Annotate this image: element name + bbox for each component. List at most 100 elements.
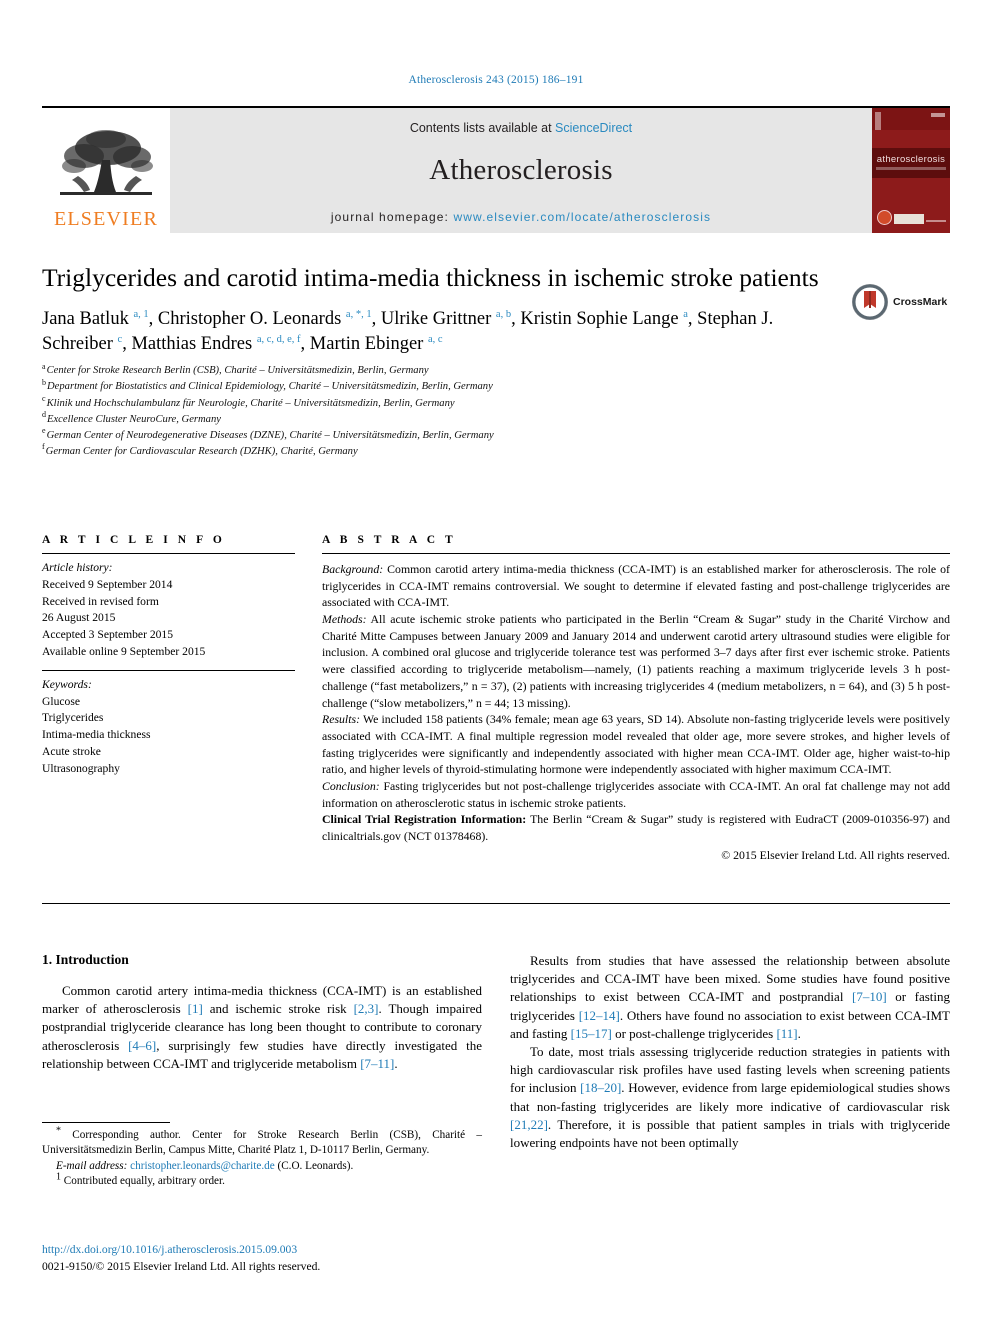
cover-corner-mark — [931, 113, 945, 117]
affiliation-list: aCenter for Stroke Research Berlin (CSB)… — [42, 361, 950, 460]
keyword-item: Intima-media thickness — [42, 728, 151, 742]
cover-left-mark — [875, 112, 881, 130]
cover-badge-icon — [877, 210, 892, 225]
email-link[interactable]: christopher.leonards@charite.de — [130, 1160, 275, 1172]
section-heading-introduction: 1. Introduction — [42, 952, 129, 967]
affiliation-text: Department for Biostatistics and Clinica… — [47, 381, 493, 393]
article-info-column: A R T I C L E I N F O Article history: R… — [42, 534, 295, 863]
abstract-heading: A B S T R A C T — [322, 534, 457, 546]
affiliation-item: dExcellence Cluster NeuroCure, Germany — [42, 410, 950, 428]
abstract-text-background: Common carotid artery intima-media thick… — [322, 562, 950, 610]
cover-journal-title: atherosclerosis — [876, 154, 946, 165]
intro-paragraph-right-2: To date, most trials assessing triglycer… — [510, 1043, 950, 1152]
affiliation-item: fGerman Center for Cardiovascular Resear… — [42, 443, 950, 460]
author-affil-marks: a, c — [427, 333, 443, 345]
author-entry: Ulrike Grittner a, b, — [380, 308, 521, 330]
citation-ref[interactable]: [4–6] — [128, 1038, 156, 1053]
text-run: . — [797, 1025, 801, 1041]
footnote-email: E-mail address: christopher.leonards@cha… — [42, 1159, 482, 1174]
footnote-text: Contributed equally, arbitrary order. — [61, 1175, 225, 1188]
affiliation-text: Excellence Cluster NeuroCure, Germany — [47, 413, 221, 425]
history-item: Received 9 September 2014 — [42, 577, 173, 591]
abstract-body: Background: Common carotid artery intima… — [322, 554, 950, 863]
body-column-right: Results from studies that have assessed … — [510, 952, 950, 1152]
crossmark-icon — [852, 284, 888, 320]
affiliation-item: aCenter for Stroke Research Berlin (CSB)… — [42, 361, 950, 379]
citation-ref[interactable]: [18–20] — [580, 1080, 621, 1095]
citation-ref[interactable]: [12–14] — [579, 1008, 620, 1023]
text-run: or post-challenge triglycerides — [611, 1025, 777, 1041]
elsevier-logo: ELSEVIER — [42, 108, 170, 233]
info-abstract-block: A R T I C L E I N F O Article history: R… — [42, 534, 950, 863]
history-item: Received in revised form — [42, 594, 159, 608]
crossmark-badge[interactable]: CrossMark — [852, 282, 950, 322]
abstract-paragraph-results: Results: We included 158 patients (34% f… — [322, 711, 950, 778]
affiliation-label: e — [42, 426, 46, 436]
footnote-corresponding-author: * Corresponding author. Center for Strok… — [42, 1126, 482, 1159]
email-label: E-mail address: — [56, 1159, 128, 1172]
affiliation-label: a — [42, 361, 46, 371]
journal-masthead: ELSEVIER Contents lists available at Sci… — [42, 106, 950, 234]
citation-ref[interactable]: [11] — [776, 1026, 797, 1041]
author-name: Christopher O. Leonards — [157, 309, 342, 330]
text-run: . — [394, 1055, 398, 1071]
journal-homepage-line: journal homepage: www.elsevier.com/locat… — [331, 210, 711, 224]
citation-ref[interactable]: [2,3] — [354, 1001, 379, 1016]
footnote-text: Corresponding author. Center for Stroke … — [42, 1129, 482, 1157]
abstract-label-conclusion: Conclusion: — [322, 778, 380, 793]
affiliation-text: Center for Stroke Research Berlin (CSB),… — [46, 365, 429, 377]
email-suffix: (C.O. Leonards). — [274, 1159, 354, 1172]
journal-title: Atherosclerosis — [429, 154, 613, 186]
author-name: Martin Ebinger — [309, 333, 424, 354]
abstract-label-trial: Clinical Trial Registration Information: — [322, 812, 527, 827]
doi-link[interactable]: http://dx.doi.org/10.1016/j.atherosclero… — [42, 1242, 482, 1259]
abstract-label-methods: Methods: — [322, 612, 367, 627]
affiliation-label: d — [42, 410, 46, 420]
cover-top-band — [872, 108, 950, 130]
cover-footer-bar — [894, 214, 924, 224]
keyword-item: Acute stroke — [42, 744, 101, 758]
author-name: Kristin Sophie Lange — [520, 309, 679, 330]
crossmark-label: CrossMark — [893, 296, 948, 308]
author-name: Jana Batluk — [42, 309, 129, 330]
citation-ref[interactable]: [7–10] — [852, 989, 887, 1004]
intro-paragraph-left-1: Common carotid artery intima-media thick… — [42, 982, 482, 1073]
abstract-text-methods: All acute ischemic stroke patients who p… — [322, 612, 950, 710]
doi-block: http://dx.doi.org/10.1016/j.atherosclero… — [42, 1242, 482, 1276]
sciencedirect-link[interactable]: ScienceDirect — [555, 121, 632, 135]
footnote-equal-contribution: 1 Contributed equally, arbitrary order. — [42, 1172, 482, 1189]
citation-ref[interactable]: [21,22] — [510, 1117, 548, 1132]
elsevier-wordmark: ELSEVIER — [53, 208, 159, 230]
issn-copyright-line: 0021-9150/© 2015 Elsevier Ireland Ltd. A… — [42, 1259, 321, 1273]
citation-ref[interactable]: [15–17] — [571, 1026, 612, 1041]
author-name: Ulrike Grittner — [380, 309, 492, 330]
keywords-label: Keywords: — [42, 677, 92, 691]
abstract-paragraph-trial: Clinical Trial Registration Information:… — [322, 811, 950, 844]
author-affil-marks: a, b — [495, 308, 512, 320]
citation-ref[interactable]: [7–11] — [360, 1056, 394, 1071]
history-item: 26 August 2015 — [42, 611, 116, 625]
abstract-text-conclusion: Fasting triglycerides but not post-chall… — [322, 778, 950, 810]
abstract-paragraph-methods: Methods: All acute ischemic stroke patie… — [322, 611, 950, 711]
author-name: Matthias Endres — [131, 333, 253, 354]
keywords-group: Keywords: Glucose Triglycerides Intima-m… — [42, 671, 295, 787]
affiliation-item: bDepartment for Biostatistics and Clinic… — [42, 378, 950, 395]
text-run: and ischemic stroke risk — [202, 1001, 354, 1017]
author-entry: Martin Ebinger a, c — [310, 334, 443, 354]
author-entry: Kristin Sophie Lange a, — [520, 308, 698, 330]
citation-ref[interactable]: [1] — [188, 1001, 203, 1016]
article-info-heading: A R T I C L E I N F O — [42, 534, 226, 546]
cover-footer-text-bar — [926, 220, 946, 222]
abstract-column: A B S T R A C T Background: Common carot… — [295, 534, 950, 863]
author-affil-marks: a, *, 1 — [345, 308, 372, 320]
body-divider — [42, 903, 950, 904]
keyword-item: Ultrasonography — [42, 761, 120, 775]
running-head: Atherosclerosis 243 (2015) 186–191 — [408, 74, 584, 86]
article-history-label: Article history: — [42, 561, 113, 574]
abstract-text-results: We included 158 patients (34% female; me… — [322, 712, 950, 777]
author-list: Jana Batluk a, 1, Christopher O. Leonard… — [42, 307, 842, 356]
footnote-block: * Corresponding author. Center for Strok… — [42, 1122, 482, 1189]
title-block: Triglycerides and carotid intima-media t… — [42, 262, 950, 460]
journal-homepage-link[interactable]: www.elsevier.com/locate/atherosclerosis — [453, 210, 711, 224]
abstract-label-background: Background: — [322, 562, 384, 576]
